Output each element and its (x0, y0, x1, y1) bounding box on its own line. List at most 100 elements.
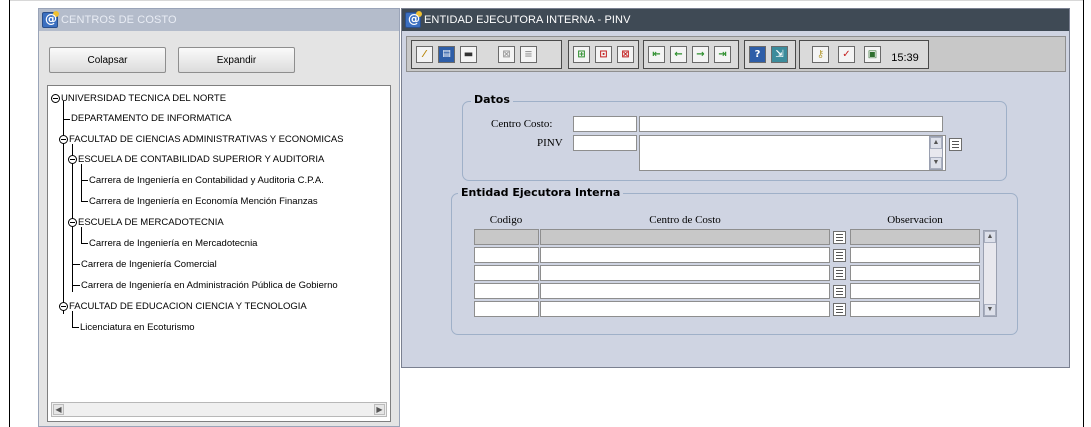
last-record-icon[interactable]: ⇥ (714, 46, 731, 63)
centro-costo-cell[interactable] (540, 247, 830, 263)
frame-right-line (1083, 0, 1084, 427)
tree-node[interactable]: DEPARTAMENTO DE INFORMATICA (71, 113, 232, 125)
tree-node[interactable]: Licenciatura en Ecoturismo (80, 322, 195, 334)
check-icon[interactable]: ✓ (838, 46, 855, 63)
collapse-toggle-icon[interactable] (68, 155, 77, 164)
centro-costo-label: Centro Costo: (491, 118, 553, 130)
print-icon[interactable]: ▬ (460, 46, 477, 63)
toolbar-group-navigation: ⇤ ← → ⇥ (643, 40, 739, 69)
tree-line (72, 285, 80, 286)
tree-line (72, 311, 73, 327)
tree-line (63, 101, 64, 314)
tree-line (81, 201, 88, 202)
expand-button[interactable]: Expandir (178, 47, 295, 73)
app-icon (42, 11, 59, 28)
calendar-icon[interactable]: ▣ (864, 46, 881, 63)
records-scrollbar[interactable]: ▲ ▼ (983, 230, 997, 317)
scroll-down-icon[interactable]: ▼ (984, 304, 996, 316)
tree-line (63, 119, 70, 120)
tree-node[interactable]: Carrera de Ingeniería en Administración … (81, 280, 338, 292)
codigo-cell[interactable] (474, 247, 539, 263)
observacion-cell[interactable] (850, 301, 980, 317)
main-toolbar: ⁄ ▤ ▬ ⊠ ≡ ⊞ ⊡ ⊠ ⇤ ← → ⇥ ? ⇲ ⚷ ✓ ▣ 15:39 (406, 36, 1066, 72)
right-titlebar[interactable]: ENTIDAD EJECUTORA INTERNA - PINV (402, 9, 1069, 31)
scroll-left-icon[interactable]: ◀ (53, 404, 64, 415)
centro-costo-cell[interactable] (540, 229, 830, 245)
tree-node[interactable]: UNIVERSIDAD TECNICA DEL NORTE (61, 93, 226, 105)
codigo-cell[interactable] (474, 265, 539, 281)
collapse-toggle-icon[interactable] (59, 302, 68, 311)
collapse-toggle-icon[interactable] (51, 94, 60, 103)
first-record-icon[interactable]: ⇤ (648, 46, 665, 63)
pinv-list-icon[interactable] (949, 138, 962, 151)
save-icon[interactable]: ▤ (438, 46, 455, 63)
observacion-cell[interactable] (850, 247, 980, 263)
tree-node[interactable]: ESCUELA DE MERCADOTECNIA (78, 217, 224, 229)
datos-group-title: Datos (471, 93, 513, 106)
codigo-cell[interactable] (474, 229, 539, 245)
broom-icon[interactable]: ⁄ (416, 46, 433, 63)
scroll-up-icon[interactable]: ▲ (930, 137, 942, 149)
column-header-codigo: Codigo (489, 214, 523, 226)
list-icon[interactable]: ≡ (520, 46, 537, 63)
centro-costo-name-field[interactable] (639, 116, 943, 132)
tree-horizontal-scrollbar[interactable]: ◀ ▶ (51, 402, 387, 417)
observacion-cell[interactable] (850, 265, 980, 281)
entidad-group-title: Entidad Ejecutora Interna (458, 186, 624, 199)
collapse-button[interactable]: Colapsar (49, 47, 166, 73)
delete-record-icon[interactable]: ⊠ (617, 46, 634, 63)
insert-record-icon[interactable]: ⊞ (573, 46, 590, 63)
tree-node[interactable]: Carrera de Ingeniería Comercial (81, 259, 217, 271)
toolbar-group-file: ⁄ ▤ ▬ ⊠ ≡ (411, 40, 562, 69)
row-list-icon[interactable] (833, 285, 846, 298)
app-icon (405, 11, 422, 28)
scroll-down-icon[interactable]: ▼ (930, 157, 942, 169)
column-header-observacion: Observacion (887, 214, 943, 226)
pinv-description-scrollbar[interactable]: ▲ ▼ (929, 136, 943, 170)
previous-record-icon[interactable]: ← (670, 46, 687, 63)
cost-center-tree[interactable]: UNIVERSIDAD TECNICA DEL NORTE DEPARTAMEN… (47, 85, 391, 422)
tree-node[interactable]: FACULTAD DE EDUCACION CIENCIA Y TECNOLOG… (69, 301, 307, 313)
key-icon[interactable]: ⚷ (812, 46, 829, 63)
column-header-centro-costo: Centro de Costo (649, 214, 721, 226)
help-icon[interactable]: ? (749, 46, 766, 63)
left-titlebar[interactable]: CENTROS DE COSTO (39, 9, 399, 31)
scroll-up-icon[interactable]: ▲ (984, 231, 996, 243)
row-list-icon[interactable] (833, 231, 846, 244)
collapse-toggle-icon[interactable] (59, 135, 68, 144)
frame-left-line (9, 0, 10, 427)
pinv-description-field[interactable] (639, 135, 946, 171)
query-icon[interactable]: ⊠ (498, 46, 515, 63)
codigo-cell[interactable] (474, 283, 539, 299)
tree-line (81, 227, 82, 243)
toolbar-group-tools: ⚷ ✓ ▣ 15:39 (799, 40, 929, 69)
centro-costo-cell[interactable] (540, 301, 830, 317)
tree-node[interactable]: Carrera de Ingeniería en Economía Menció… (89, 196, 318, 208)
clock-display: 15:39 (891, 52, 919, 64)
next-record-icon[interactable]: → (692, 46, 709, 63)
tree-node[interactable]: ESCUELA DE CONTABILIDAD SUPERIOR Y AUDIT… (78, 154, 324, 166)
observacion-cell[interactable] (850, 283, 980, 299)
frame-top-line (9, 0, 1084, 1)
tree-line (81, 243, 88, 244)
codigo-cell[interactable] (474, 301, 539, 317)
tree-node[interactable]: Carrera de Ingeniería en Contabilidad y … (89, 175, 324, 187)
row-list-icon[interactable] (833, 249, 846, 262)
tree-node[interactable]: FACULTAD DE CIENCIAS ADMINISTRATIVAS Y E… (69, 134, 344, 146)
row-list-icon[interactable] (833, 303, 846, 316)
edit-record-icon[interactable]: ⊡ (595, 46, 612, 63)
collapse-toggle-icon[interactable] (68, 218, 77, 227)
pinv-code-field[interactable] (573, 135, 637, 151)
scroll-right-icon[interactable]: ▶ (374, 404, 385, 415)
tree-node[interactable]: Carrera de Ingeniería en Mercadotecnia (89, 238, 257, 250)
row-list-icon[interactable] (833, 267, 846, 280)
exit-icon[interactable]: ⇲ (771, 46, 788, 63)
tree-line (72, 327, 79, 328)
centro-costo-cell[interactable] (540, 265, 830, 281)
observacion-cell[interactable] (850, 229, 980, 245)
centro-costo-cell[interactable] (540, 283, 830, 299)
tree-line (81, 180, 88, 181)
toolbar-group-records: ⊞ ⊡ ⊠ (568, 40, 639, 69)
tree-line (81, 164, 82, 201)
centro-costo-code-field[interactable] (573, 116, 637, 132)
